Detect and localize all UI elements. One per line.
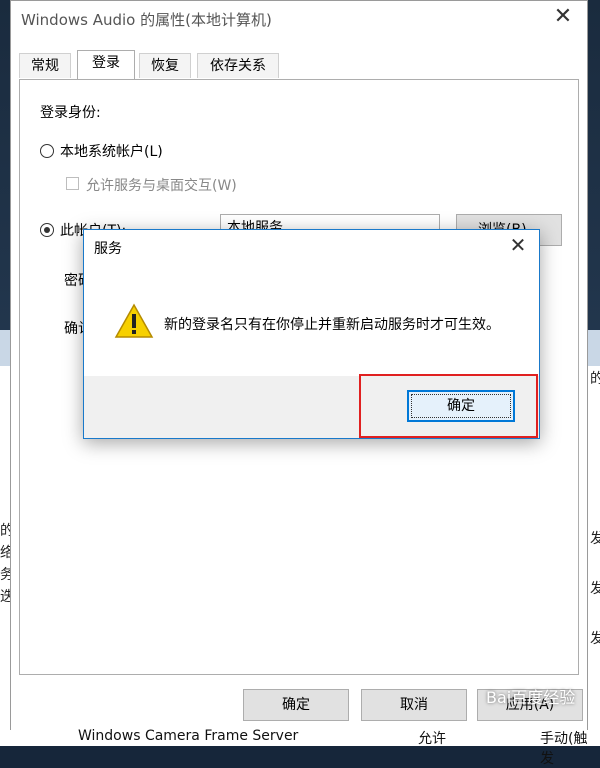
dialog-message: 新的登录名只有在你停止并重新启动服务时才可生效。 — [164, 317, 500, 333]
background-text-fragment: 的 — [590, 371, 600, 387]
dialog-close-icon[interactable]: ✕ — [507, 234, 529, 256]
interact-desktop-checkbox[interactable] — [66, 177, 79, 190]
title-bar: Windows Audio 的属性(本地计算机) ✕ — [11, 1, 587, 37]
local-system-radio[interactable] — [40, 144, 54, 158]
background-text-fragment: 发 — [590, 631, 600, 647]
background-text-fragment: 发 — [590, 531, 600, 547]
dialog-footer: 确定 — [84, 376, 539, 438]
service-start-type: 手动(触发 — [540, 731, 588, 767]
service-message-dialog: 服务 ✕ 新的登录名只有在你停止并重新启动服务时才可生效。 确定 — [83, 229, 540, 439]
ok-button[interactable]: 确定 — [243, 689, 349, 721]
service-status: 允许 — [418, 731, 446, 747]
warning-icon — [114, 303, 154, 338]
background-selected-row-right — [588, 330, 600, 366]
background-text-fragment: 发 — [590, 581, 600, 597]
window-title: Windows Audio 的属性(本地计算机) — [21, 11, 272, 29]
close-icon[interactable]: ✕ — [551, 5, 575, 29]
tab-recovery[interactable]: 恢复 — [139, 53, 191, 78]
tab-logon[interactable]: 登录 — [77, 50, 135, 79]
service-name: Windows Camera Frame Server — [78, 728, 299, 744]
dialog-title: 服务 — [94, 241, 122, 257]
local-system-label: 本地系统帐户(L) — [60, 144, 163, 160]
tab-general[interactable]: 常规 — [19, 53, 71, 78]
cancel-button[interactable]: 取消 — [361, 689, 467, 721]
interact-desktop-label: 允许服务与桌面交互(W) — [86, 178, 237, 194]
this-account-radio[interactable] — [40, 223, 54, 237]
dialog-ok-button[interactable]: 确定 — [407, 390, 515, 422]
baidu-watermark: Bai百度经验 — [486, 688, 576, 707]
logon-as-label: 登录身份: — [40, 105, 101, 121]
tab-dependencies[interactable]: 依存关系 — [197, 53, 279, 78]
background-service-row: Windows Camera Frame Server 允许 手动(触发 — [0, 728, 600, 767]
